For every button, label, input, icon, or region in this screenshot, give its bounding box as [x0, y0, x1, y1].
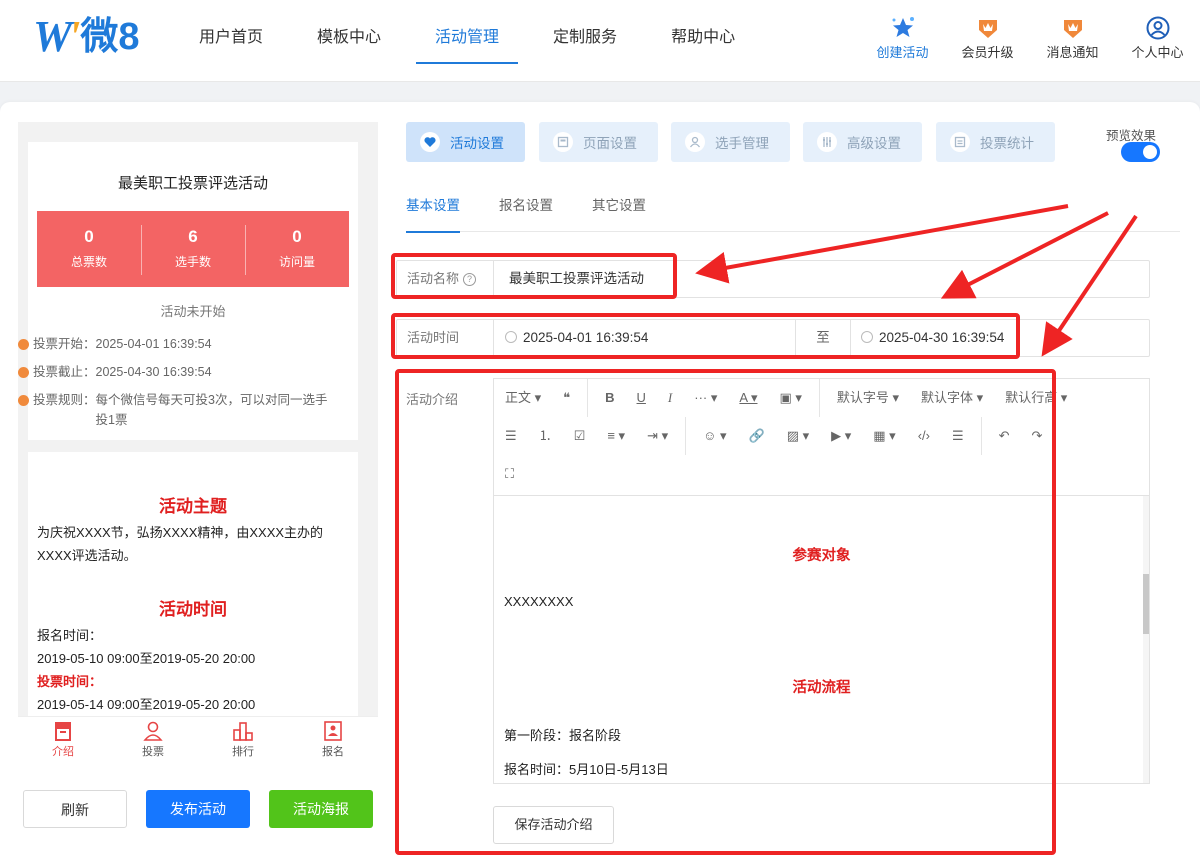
vote-label: 投票时间： [37, 674, 103, 689]
stat-value: 6 [188, 227, 198, 246]
stat-label: 访问量 [278, 255, 315, 269]
info-key: 投票规则： [33, 393, 96, 407]
refresh-button[interactable]: 刷新 [23, 790, 127, 828]
nav-template-center[interactable]: 模板中心 [298, 0, 400, 82]
info-vote-end: 投票截止： 2025-04-30 16:39:54 [18, 362, 358, 382]
main-nav: 用户首页 模板中心 活动管理 定制服务 帮助中心 [180, 0, 770, 82]
create-activity-button[interactable]: 创建活动 [860, 14, 945, 61]
step-page-settings[interactable]: 页面设置 [539, 122, 658, 162]
tab-signup[interactable]: 报名 [288, 717, 378, 766]
star-sparkle-icon [860, 14, 945, 42]
logo[interactable]: W' 微8 [33, 14, 140, 60]
step-label: 投票统计 [980, 136, 1034, 151]
page-layout-icon [553, 132, 573, 152]
preview-stats: 0 总票数 6 选手数 0 访问量 [37, 211, 349, 287]
podium-icon [198, 719, 288, 743]
stat-visits: 0 访问量 [245, 211, 349, 287]
tab-label: 介绍 [52, 746, 74, 758]
step-label: 选手管理 [715, 136, 769, 151]
person-icon [685, 132, 705, 152]
step-activity-settings[interactable]: 活动设置 [406, 122, 525, 162]
step-advanced-settings[interactable]: 高级设置 [803, 122, 922, 162]
info-vote-rule: 投票规则： 每个微信号每天可投3次，可以对同一选手投1票 [18, 390, 358, 430]
tab-basic-settings[interactable]: 基本设置 [406, 194, 460, 233]
member-upgrade-button[interactable]: 会员升级 [945, 14, 1030, 61]
tab-intro[interactable]: 介绍 [18, 717, 108, 766]
settings-subtabs: 基本设置 报名设置 其它设置 [406, 194, 1180, 233]
theme-text: 为庆祝XXXX节，弘扬XXXX精神，由XXXX主办的XXXX评选活动。 [37, 525, 324, 563]
stat-value: 0 [292, 227, 302, 246]
stat-total-votes: 0 总票数 [37, 211, 141, 287]
preview-title: 最美职工投票评选活动 [117, 175, 268, 192]
stats-sheet-icon [950, 132, 970, 152]
step-label: 页面设置 [583, 136, 637, 151]
stat-contestants: 6 选手数 [141, 211, 245, 287]
nav-user-home[interactable]: 用户首页 [180, 0, 282, 82]
info-value: 2025-04-30 16:39:54 [95, 365, 212, 379]
tab-vote[interactable]: 投票 [108, 717, 198, 766]
info-value: 每个微信号每天可投3次，可以对同一选手投1票 [95, 393, 328, 427]
info-key: 投票截止： [33, 365, 96, 379]
nav-activity-management[interactable]: 活动管理 [416, 0, 519, 82]
clock-dot-icon [18, 367, 29, 378]
create-activity-label: 创建活动 [876, 45, 929, 60]
activity-status: 活动未开始 [160, 304, 226, 319]
annotation-box-time [391, 313, 1020, 359]
member-upgrade-label: 会员升级 [961, 45, 1014, 60]
logo-w-mark: W' [33, 12, 80, 61]
info-vote-start: 投票开始： 2025-04-01 16:39:54 [18, 334, 358, 354]
user-outline-icon [108, 719, 198, 743]
archive-box-icon [18, 719, 108, 743]
sliders-icon [817, 132, 837, 152]
tab-label: 排行 [232, 746, 254, 758]
signup-range: 2019-05-10 09:00至2019-05-20 20:00 [37, 651, 256, 666]
clock-dot-icon [18, 395, 29, 406]
preview-content: 活动主题 为庆祝XXXX节，弘扬XXXX精神，由XXXX主办的XXXX评选活动。… [28, 452, 358, 716]
preview-bottom-tabs: 介绍 投票 排行 报名 [18, 716, 378, 766]
contact-card-icon [288, 719, 378, 743]
annotation-box-intro [395, 369, 1056, 855]
tab-rank[interactable]: 排行 [198, 717, 288, 766]
step-vote-statistics[interactable]: 投票统计 [936, 122, 1055, 162]
nav-custom-service[interactable]: 定制服务 [534, 0, 636, 82]
preview-actions: 刷新 发布活动 活动海报 [23, 790, 392, 828]
vote-range: 2019-05-14 09:00至2019-05-20 20:00 [37, 697, 256, 712]
tab-label: 报名 [322, 746, 344, 758]
time-heading: 活动时间 [159, 600, 227, 619]
crown-badge-icon [1030, 14, 1115, 42]
crown-badge-icon [945, 14, 1030, 42]
tab-other-settings[interactable]: 其它设置 [592, 194, 646, 232]
user-circle-icon [1115, 14, 1200, 42]
signup-label: 报名时间： [37, 628, 103, 643]
preview-effect-toggle[interactable] [1121, 142, 1160, 162]
annotation-box-name [391, 253, 677, 299]
phone-preview[interactable]: 最美职工投票评选活动 0 总票数 6 选手数 0 访问量 活动未开始 投票开始：… [18, 122, 378, 716]
step-player-management[interactable]: 选手管理 [671, 122, 790, 162]
personal-center-label: 个人中心 [1131, 45, 1184, 60]
heart-icon [420, 132, 440, 152]
nav-help-center[interactable]: 帮助中心 [652, 0, 754, 82]
info-value: 2025-04-01 16:39:54 [95, 337, 212, 351]
stat-label: 总票数 [70, 255, 107, 269]
step-label: 高级设置 [847, 136, 901, 151]
clock-dot-icon [18, 339, 29, 350]
activity-poster-button[interactable]: 活动海报 [269, 790, 373, 828]
info-key: 投票开始： [33, 337, 96, 351]
logo-text: 微8 [80, 16, 140, 58]
message-notice-label: 消息通知 [1046, 45, 1099, 60]
top-bar: W' 微8 用户首页 模板中心 活动管理 定制服务 帮助中心 创建活动 会员升级… [0, 0, 1200, 82]
publish-activity-button[interactable]: 发布活动 [146, 790, 250, 828]
step-label: 活动设置 [450, 136, 504, 151]
stat-value: 0 [84, 227, 94, 246]
theme-heading: 活动主题 [159, 497, 227, 516]
tab-label: 投票 [142, 746, 164, 758]
editor-scrollbar[interactable] [1143, 496, 1149, 783]
message-notice-button[interactable]: 消息通知 [1030, 14, 1115, 61]
preview-summary-card: 最美职工投票评选活动 0 总票数 6 选手数 0 访问量 活动未开始 投票开始：… [18, 142, 358, 440]
top-tools: 创建活动 会员升级 消息通知 个人中心 [860, 14, 1200, 61]
tab-signup-settings[interactable]: 报名设置 [499, 194, 553, 232]
personal-center-button[interactable]: 个人中心 [1115, 14, 1200, 61]
stat-label: 选手数 [174, 255, 211, 269]
preview-info: 投票开始： 2025-04-01 16:39:54 投票截止： 2025-04-… [18, 334, 358, 430]
